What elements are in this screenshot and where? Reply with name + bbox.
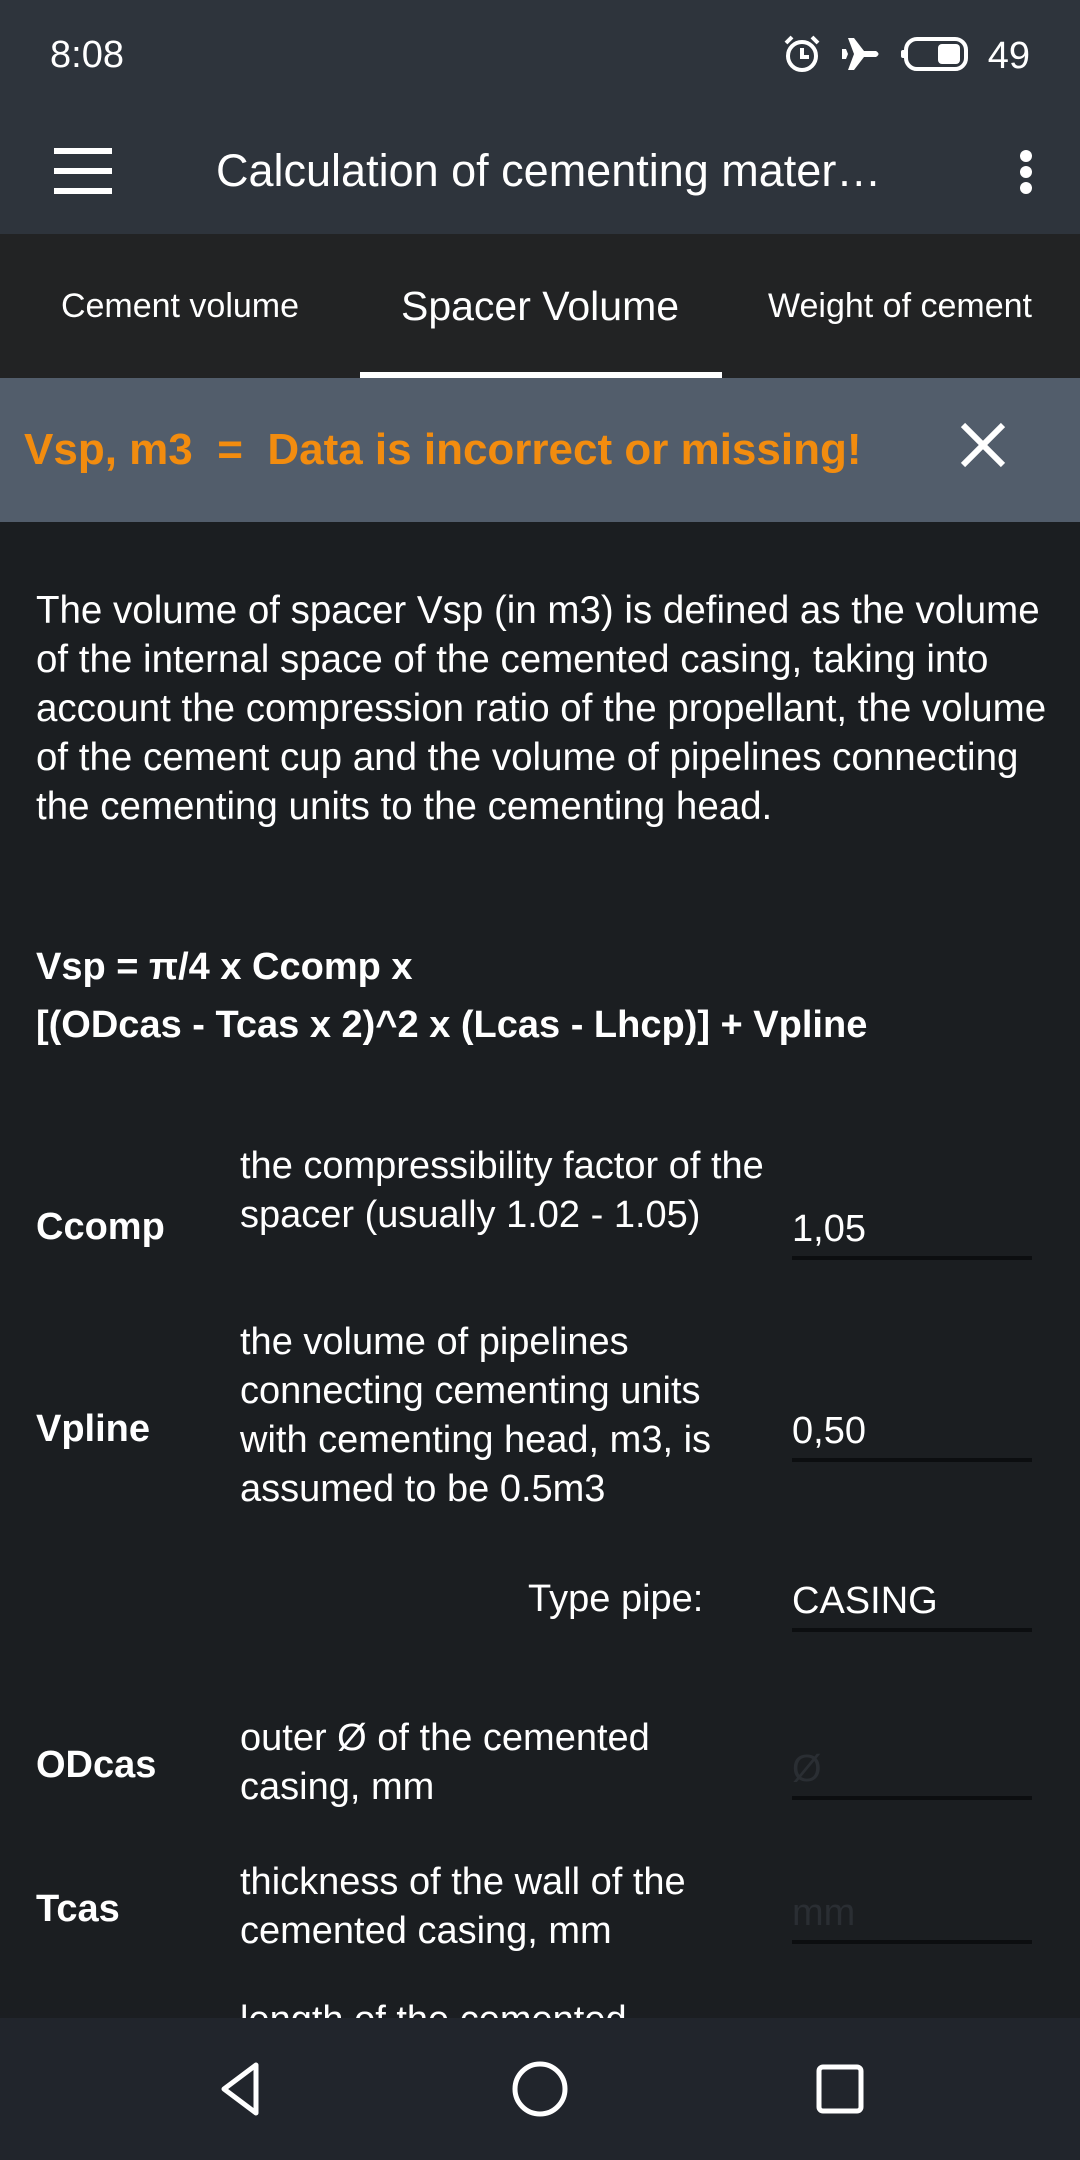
formula-line-1: Vsp = π/4 x Ccomp x <box>36 946 413 988</box>
tab-label: Spacer Volume <box>400 282 680 329</box>
formula-line-2: [(ODcas - Tcas x 2)^2 x (Lcas - Lhcp)] +… <box>36 1004 868 1046</box>
tab-weight-of-cement[interactable]: Weight of cement <box>720 234 1080 378</box>
result-text: Vsp, m3 = Data is incorrect or missing! <box>24 425 862 474</box>
param-description: thickness of the wall of the cemented ca… <box>240 1861 686 1952</box>
param-description: outer Ø of the cemented casing, mm <box>240 1717 650 1808</box>
param-name: ODcas <box>36 1744 157 1786</box>
hamburger-menu-icon[interactable] <box>54 144 112 200</box>
app-bar: Calculation of cementing mater… <box>0 110 1080 234</box>
close-icon[interactable] <box>960 422 1006 468</box>
tcas-input[interactable] <box>792 1886 1032 1944</box>
type-pipe-select[interactable] <box>792 1574 1032 1632</box>
param-name: Tcas <box>36 1888 120 1930</box>
param-description: the compressibility factor of the spacer… <box>240 1145 764 1236</box>
status-time: 8:08 <box>50 34 124 76</box>
odcas-input[interactable] <box>792 1742 1032 1800</box>
battery-icon <box>900 36 970 77</box>
home-icon[interactable] <box>504 2053 576 2125</box>
airplane-mode-icon <box>840 34 882 79</box>
param-name: Vpline <box>36 1408 151 1450</box>
app-title: Calculation of cementing mater… <box>216 145 882 196</box>
more-vert-icon[interactable] <box>990 136 1060 206</box>
battery-level: 49 <box>987 34 1030 77</box>
status-icons: 49 <box>782 34 1030 78</box>
tab-spacer-volume[interactable]: Spacer Volume <box>360 234 722 378</box>
back-icon[interactable] <box>204 2053 276 2125</box>
ccomp-input[interactable] <box>792 1202 1032 1260</box>
description-text: The volume of spacer Vsp (in m3) is defi… <box>36 589 1047 828</box>
vpline-input[interactable] <box>792 1404 1032 1462</box>
tab-bar: Cement volume Spacer Volume Weight of ce… <box>0 234 1080 378</box>
param-description: the volume of pipelines connecting cemen… <box>240 1321 712 1510</box>
param-name: Ccomp <box>36 1206 165 1248</box>
system-nav-bar <box>0 2018 1080 2160</box>
tab-label: Cement volume <box>60 286 300 325</box>
tab-cement-volume[interactable]: Cement volume <box>0 234 360 378</box>
param-description: length of the cemented <box>240 1996 770 2018</box>
formula: Vsp = π/4 x Ccomp x [(ODcas - Tcas x 2)^… <box>36 938 1056 1054</box>
tab-label: Weight of cement <box>768 286 1032 325</box>
type-pipe-label: Type pipe: <box>528 1578 704 1620</box>
result-banner: Vsp, m3 = Data is incorrect or missing! <box>0 378 1080 522</box>
recents-icon[interactable] <box>804 2053 876 2125</box>
content-scroll[interactable]: The volume of spacer Vsp (in m3) is defi… <box>0 522 1080 2018</box>
alarm-icon <box>782 34 822 79</box>
status-bar: 8:08 49 <box>0 0 1080 110</box>
